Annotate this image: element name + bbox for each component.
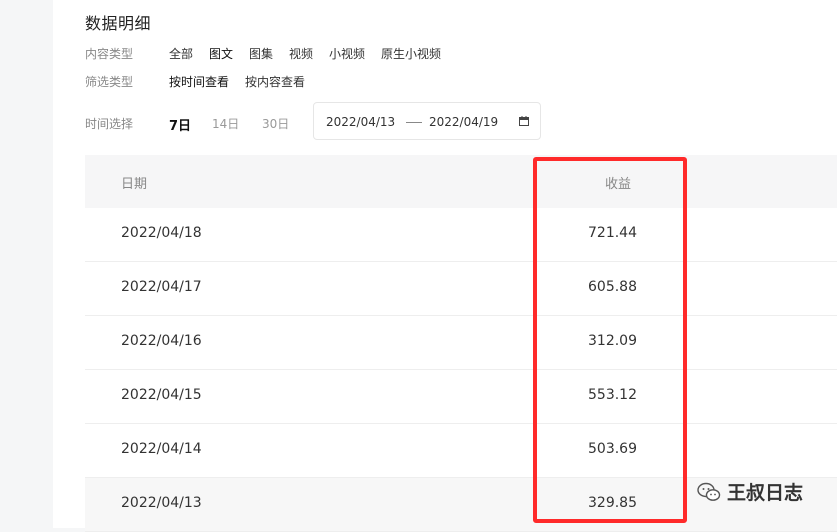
- watermark-text: 王叔日志: [727, 482, 804, 504]
- date-end[interactable]: 2022/04/19: [429, 115, 498, 129]
- table-row: 2022/04/17 605.88: [85, 262, 837, 316]
- table-row: 2022/04/14 503.69: [85, 424, 837, 478]
- time-select-label: 时间选择: [85, 117, 134, 131]
- content-type-video[interactable]: 视频: [289, 45, 313, 62]
- time-30-days[interactable]: 30日: [262, 115, 289, 132]
- content-type-short-video[interactable]: 小视频: [329, 45, 365, 62]
- content-type-native-short-video[interactable]: 原生小视频: [381, 45, 441, 62]
- content-type-all[interactable]: 全部: [169, 45, 193, 62]
- filter-by-content[interactable]: 按内容查看: [245, 73, 305, 90]
- watermark: 王叔日志: [697, 478, 803, 505]
- table-row: 2022/04/18 721.44: [85, 208, 837, 262]
- calendar-icon[interactable]: [519, 116, 529, 126]
- row-date: 2022/04/14: [121, 441, 202, 457]
- column-header-date: 日期: [121, 177, 148, 192]
- content-type-article[interactable]: 图文: [209, 45, 233, 62]
- wechat-icon: [697, 482, 721, 501]
- date-start[interactable]: 2022/04/13: [326, 115, 395, 129]
- content-type-label: 内容类型: [85, 47, 134, 61]
- table-row: 2022/04/16 312.09: [85, 316, 837, 370]
- filter-by-time[interactable]: 按时间查看: [169, 73, 229, 90]
- row-date: 2022/04/13: [121, 495, 202, 511]
- table-row: 2022/04/15 553.12: [85, 370, 837, 424]
- row-date: 2022/04/17: [121, 279, 202, 295]
- page-title: 数据明细: [85, 14, 152, 33]
- time-14-days[interactable]: 14日: [212, 115, 239, 132]
- filter-type-label: 筛选类型: [85, 75, 134, 89]
- content-type-gallery[interactable]: 图集: [249, 45, 273, 62]
- table-header: 日期 收益: [85, 155, 837, 208]
- date-separator: [406, 122, 422, 123]
- row-date: 2022/04/18: [121, 225, 202, 241]
- time-7-days[interactable]: 7日: [169, 115, 191, 134]
- row-date: 2022/04/15: [121, 387, 202, 403]
- revenue-highlight-box: [533, 157, 687, 523]
- row-date: 2022/04/16: [121, 333, 202, 349]
- data-table: 日期 收益 2022/04/18 721.44 2022/04/17 605.8…: [85, 155, 837, 532]
- date-range-picker[interactable]: 2022/04/13 2022/04/19: [313, 102, 541, 140]
